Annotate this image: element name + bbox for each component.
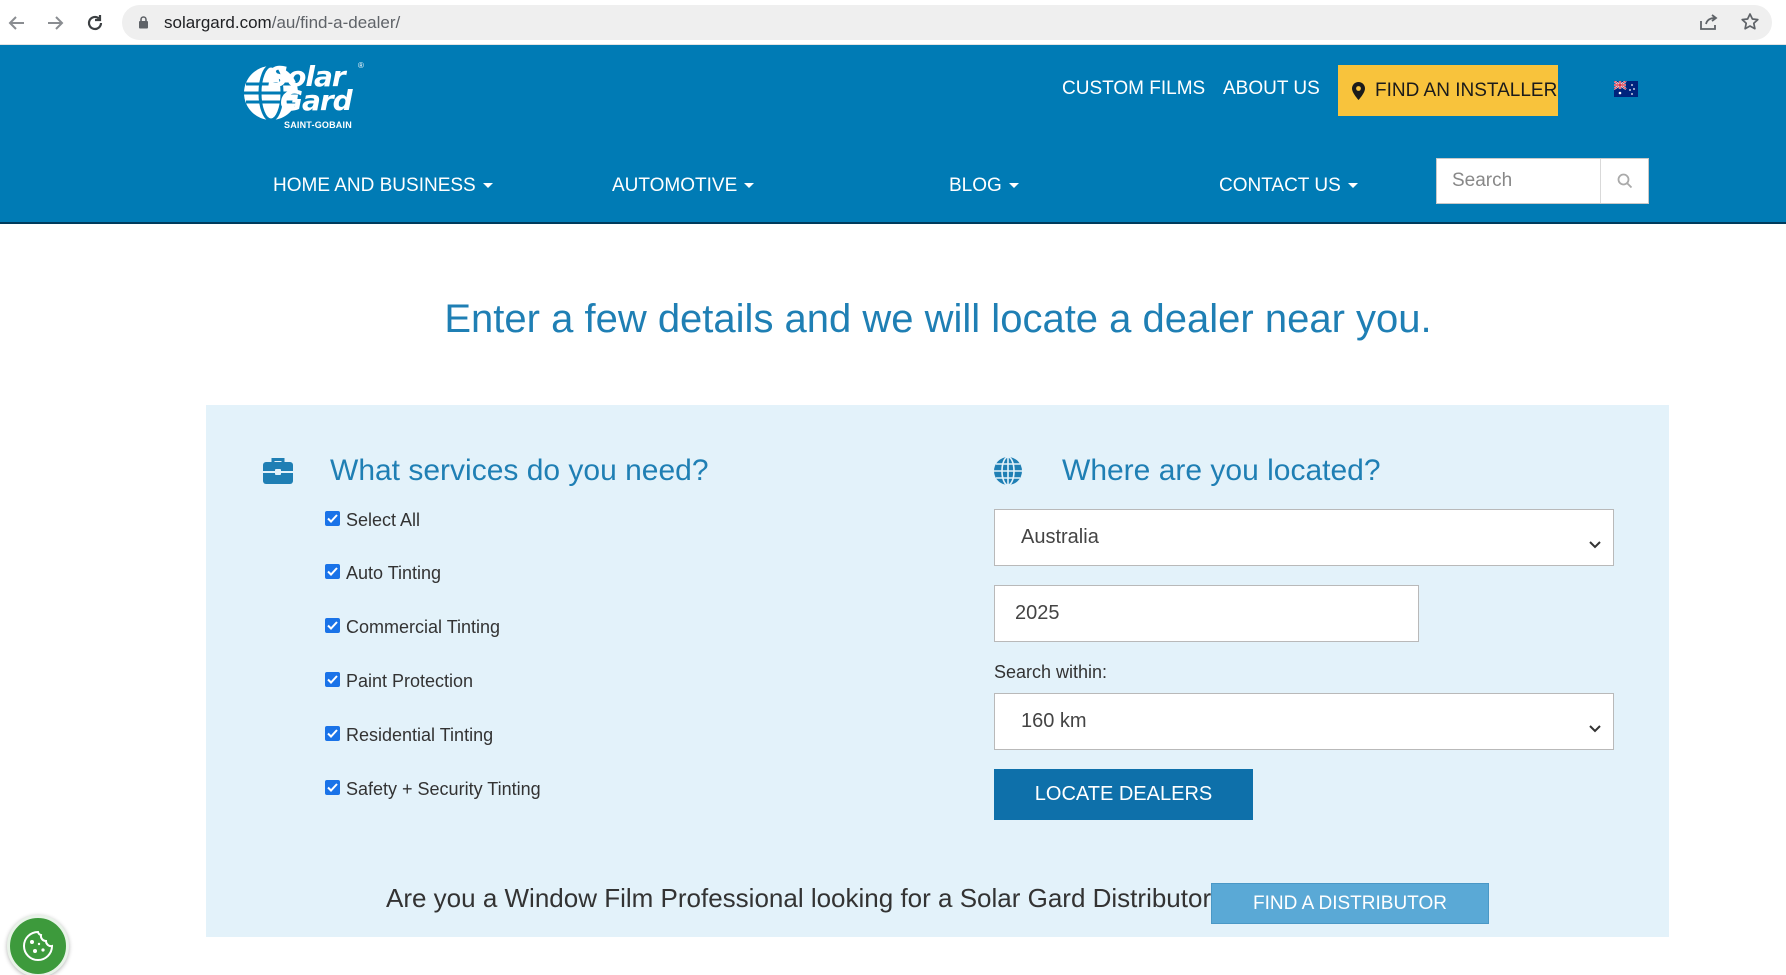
find-distributor-button[interactable]: FIND A DISTRIBUTOR — [1211, 883, 1489, 924]
country-select[interactable]: Australia — [994, 509, 1614, 566]
nav-contact-us[interactable]: CONTACT US — [1219, 175, 1358, 197]
nav-automotive-label: AUTOMOTIVE — [612, 175, 738, 196]
checkbox-label: Safety + Security Tinting — [346, 779, 541, 799]
nav-home-and-business[interactable]: HOME AND BUSINESS — [273, 175, 493, 197]
checkbox-checked-icon[interactable] — [325, 511, 340, 526]
australia-flag-icon[interactable] — [1613, 80, 1638, 97]
checkbox-label: Commercial Tinting — [346, 617, 501, 637]
locate-dealers-button[interactable]: LOCATE DEALERS — [994, 769, 1253, 820]
custom-films-link[interactable]: CUSTOM FILMS — [1062, 78, 1205, 100]
checkbox-label: Residential Tinting — [346, 725, 494, 745]
url-path: /au/find-a-dealer/ — [271, 13, 401, 32]
radius-select[interactable]: 160 km — [994, 693, 1614, 750]
checkbox-checked-icon[interactable] — [325, 618, 340, 633]
logo-subtitle: SAINT-GOBAIN — [284, 120, 352, 130]
about-us-link[interactable]: ABOUT US — [1223, 78, 1320, 100]
chevron-down-icon — [1589, 532, 1601, 555]
forward-arrow-icon[interactable] — [40, 8, 70, 38]
nav-blog-label: BLOG — [949, 175, 1002, 196]
briefcase-icon — [262, 457, 294, 490]
checkbox-label: Paint Protection — [346, 671, 474, 691]
solar-gard-logo[interactable]: Solar Gard ® SAINT-GOBAIN — [238, 61, 368, 133]
find-installer-button[interactable]: FIND AN INSTALLER — [1338, 65, 1558, 116]
cookie-settings-button[interactable] — [7, 915, 69, 975]
checkbox-paint-protection[interactable]: Paint Protection — [325, 671, 473, 692]
logo-registered-mark: ® — [358, 61, 364, 70]
search-within-label: Search within: — [994, 662, 1108, 682]
chevron-down-icon — [1008, 183, 1019, 189]
nav-home-and-business-label: HOME AND BUSINESS — [273, 175, 476, 196]
nav-automotive[interactable]: AUTOMOTIVE — [612, 175, 755, 197]
lock-icon — [138, 16, 149, 34]
site-header: Solar Gard ® SAINT-GOBAIN CUSTOM FILMS A… — [0, 45, 1786, 224]
checkbox-commercial-tinting[interactable]: Commercial Tinting — [325, 617, 500, 638]
chevron-down-icon — [744, 183, 755, 189]
checkbox-select-all[interactable]: Select All — [325, 510, 420, 531]
map-pin-icon — [1352, 81, 1365, 100]
url-domain: solargard.com — [164, 13, 272, 32]
share-icon[interactable] — [1695, 8, 1723, 36]
location-title: Where are you located? — [1062, 454, 1381, 487]
site-search — [1436, 158, 1649, 204]
checkbox-checked-icon[interactable] — [325, 726, 340, 741]
radius-select-value: 160 km — [1021, 710, 1087, 732]
checkbox-label: Select All — [346, 510, 421, 530]
address-bar[interactable]: solargard.com/au/find-a-dealer/ — [122, 5, 1772, 40]
reload-icon[interactable] — [80, 8, 110, 38]
checkbox-safety-security-tinting[interactable]: Safety + Security Tinting — [325, 779, 541, 800]
checkbox-residential-tinting[interactable]: Residential Tinting — [325, 725, 493, 746]
cookie-icon — [23, 930, 54, 961]
chevron-down-icon — [1589, 716, 1601, 739]
checkbox-checked-icon[interactable] — [325, 672, 340, 687]
nav-contact-us-label: CONTACT US — [1219, 175, 1341, 196]
checkbox-checked-icon[interactable] — [325, 780, 340, 795]
browser-toolbar: solargard.com/au/find-a-dealer/ — [0, 0, 1786, 45]
globe-icon — [993, 456, 1023, 491]
nav-blog[interactable]: BLOG — [949, 175, 1019, 197]
checkbox-checked-icon[interactable] — [325, 564, 340, 579]
page-heading: Enter a few details and we will locate a… — [444, 297, 1432, 341]
distributor-prompt: Are you a Window Film Professional looki… — [386, 883, 1226, 913]
services-title: What services do you need? — [330, 454, 709, 487]
postcode-input[interactable] — [994, 585, 1419, 642]
logo-word-gard: Gard — [280, 84, 353, 117]
checkbox-auto-tinting[interactable]: Auto Tinting — [325, 563, 441, 584]
find-installer-label: FIND AN INSTALLER — [1375, 79, 1558, 101]
chevron-down-icon — [482, 183, 493, 189]
checkbox-label: Auto Tinting — [346, 563, 442, 583]
country-select-value: Australia — [1021, 526, 1099, 548]
search-button[interactable] — [1602, 159, 1648, 203]
back-arrow-icon[interactable] — [2, 8, 32, 38]
logo-wordmark: Solar Gard — [268, 63, 353, 117]
dealer-finder-panel: What services do you need? Select All Au… — [206, 405, 1669, 937]
bookmark-star-icon[interactable] — [1736, 8, 1764, 36]
search-icon — [1617, 173, 1633, 189]
url-text: solargard.com/au/find-a-dealer/ — [164, 13, 400, 33]
chevron-down-icon — [1347, 183, 1358, 189]
search-input[interactable] — [1437, 159, 1601, 203]
